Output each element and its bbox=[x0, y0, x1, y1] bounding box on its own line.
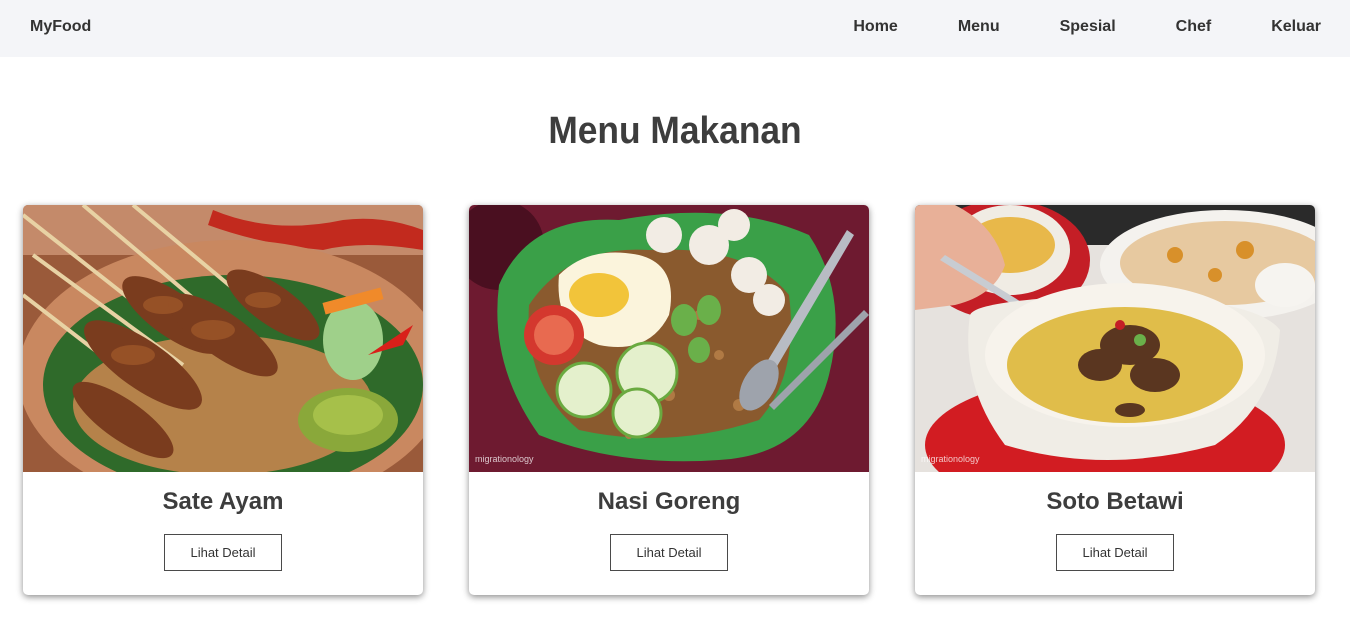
detail-button-sate-ayam[interactable]: Lihat Detail bbox=[164, 534, 282, 571]
menu-card-sate-ayam: Sate Ayam Lihat Detail bbox=[23, 205, 423, 595]
menu-card-nasi-goreng: migrationology Nasi Goreng Lihat Detail bbox=[469, 205, 869, 595]
sate-ayam-image bbox=[23, 205, 423, 472]
image-watermark: migrationology bbox=[475, 454, 534, 464]
nav-link-keluar[interactable]: Keluar bbox=[1271, 18, 1321, 36]
image-watermark: migrationology bbox=[921, 454, 980, 464]
card-title: Nasi Goreng bbox=[597, 488, 741, 515]
detail-button-soto-betawi[interactable]: Lihat Detail bbox=[1056, 534, 1174, 571]
nav-link-home[interactable]: Home bbox=[853, 18, 897, 36]
card-title: Soto Betawi bbox=[1046, 488, 1184, 515]
soto-betawi-image: migrationology bbox=[915, 205, 1315, 472]
card-title: Sate Ayam bbox=[162, 488, 284, 515]
nav-link-chef[interactable]: Chef bbox=[1176, 18, 1212, 36]
nasi-goreng-image: migrationology bbox=[469, 205, 869, 472]
navbar: MyFood Home Menu Spesial Chef Keluar bbox=[0, 0, 1350, 57]
nav-link-spesial[interactable]: Spesial bbox=[1060, 18, 1116, 36]
page-title: Menu Makanan bbox=[548, 110, 802, 152]
nav-link-menu[interactable]: Menu bbox=[958, 18, 1000, 36]
detail-button-nasi-goreng[interactable]: Lihat Detail bbox=[610, 534, 728, 571]
menu-card-soto-betawi: migrationology Soto Betawi Lihat Detail bbox=[915, 205, 1315, 595]
nav-links: Home Menu Spesial Chef Keluar bbox=[853, 18, 1321, 36]
brand-logo[interactable]: MyFood bbox=[30, 18, 91, 36]
